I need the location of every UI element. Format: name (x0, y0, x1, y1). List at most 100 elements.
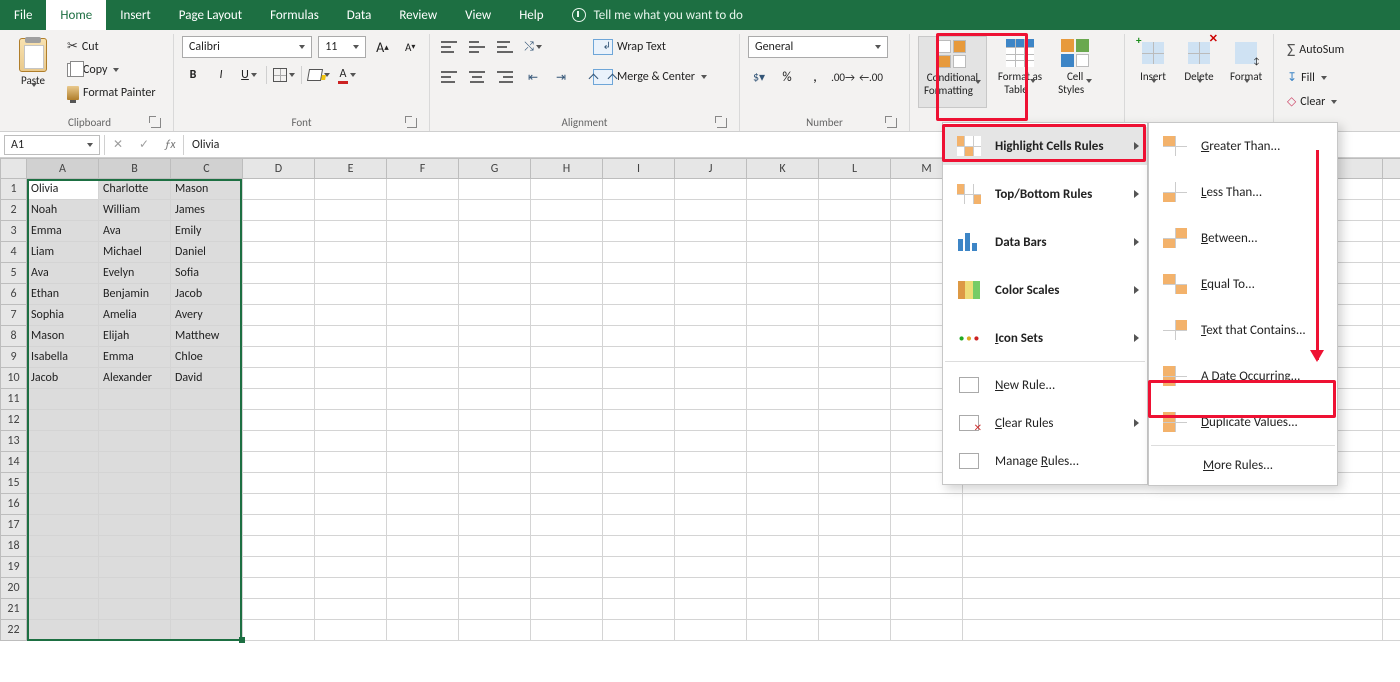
orientation-button[interactable]: ⤭ (522, 36, 544, 58)
cell-A3[interactable]: Emma (27, 221, 99, 242)
cell-D2[interactable] (243, 200, 315, 221)
menu-icon-sets[interactable]: ●●● Icon Sets (943, 319, 1147, 357)
submenu-between[interactable]: Between... (1149, 219, 1337, 257)
submenu-duplicate-values[interactable]: Duplicate Values... (1149, 403, 1337, 441)
cell-I12[interactable] (603, 410, 675, 431)
cell-C2[interactable]: James (171, 200, 243, 221)
cell-L5[interactable] (819, 263, 891, 284)
cell-J22[interactable] (675, 620, 747, 641)
cell-B14[interactable] (99, 452, 171, 473)
decrease-font-button[interactable]: A▾ (399, 36, 421, 58)
cell-I17[interactable] (603, 515, 675, 536)
cell-F10[interactable] (387, 368, 459, 389)
cell-styles-button[interactable]: CellStyles (1053, 36, 1097, 108)
cell-A15[interactable] (27, 473, 99, 494)
cell-A7[interactable]: Sophia (27, 305, 99, 326)
cell-F18[interactable] (387, 536, 459, 557)
row-header-9[interactable]: 9 (1, 347, 27, 368)
cell-K3[interactable] (747, 221, 819, 242)
cell-B8[interactable]: Elijah (99, 326, 171, 347)
row-header-17[interactable]: 17 (1, 515, 27, 536)
cell-J10[interactable] (675, 368, 747, 389)
format-as-table-button[interactable]: Format asTable (993, 36, 1047, 108)
cell-D4[interactable] (243, 242, 315, 263)
cell-C22[interactable] (171, 620, 243, 641)
select-all-cell[interactable] (1, 159, 27, 179)
cell-B13[interactable] (99, 431, 171, 452)
font-name-combo[interactable]: Calibri (182, 36, 312, 58)
cell-L14[interactable] (819, 452, 891, 473)
cell-H19[interactable] (531, 557, 603, 578)
cell-B19[interactable] (99, 557, 171, 578)
cell-C21[interactable] (171, 599, 243, 620)
row-header-6[interactable]: 6 (1, 284, 27, 305)
font-size-combo[interactable]: 11 (318, 36, 365, 58)
cell-E5[interactable] (315, 263, 387, 284)
name-box[interactable]: A1 (4, 135, 100, 155)
autosum-button[interactable]: ΣAutoSum (1282, 36, 1392, 64)
cell-C8[interactable]: Matthew (171, 326, 243, 347)
cell-G10[interactable] (459, 368, 531, 389)
cell-K21[interactable] (747, 599, 819, 620)
cell-S7[interactable] (1383, 305, 1400, 326)
cell-A4[interactable]: Liam (27, 242, 99, 263)
cell-B7[interactable]: Amelia (99, 305, 171, 326)
cell-L16[interactable] (819, 494, 891, 515)
cell-K4[interactable] (747, 242, 819, 263)
cell-A17[interactable] (27, 515, 99, 536)
cell-H13[interactable] (531, 431, 603, 452)
cell-S18[interactable] (1383, 536, 1400, 557)
row-header-8[interactable]: 8 (1, 326, 27, 347)
cell-I3[interactable] (603, 221, 675, 242)
insert-function-button[interactable]: ƒx (157, 138, 183, 152)
border-button[interactable] (273, 64, 295, 86)
cell-A16[interactable] (27, 494, 99, 515)
cell-E8[interactable] (315, 326, 387, 347)
submenu-less-than[interactable]: Less Than... (1149, 173, 1337, 211)
cell-H1[interactable] (531, 179, 603, 200)
cell-B11[interactable] (99, 389, 171, 410)
cell-I11[interactable] (603, 389, 675, 410)
cell-D18[interactable] (243, 536, 315, 557)
tab-pagelayout[interactable]: Page Layout (165, 0, 256, 30)
cell-A8[interactable]: Mason (27, 326, 99, 347)
cell-E11[interactable] (315, 389, 387, 410)
cell-E22[interactable] (315, 620, 387, 641)
cell-J9[interactable] (675, 347, 747, 368)
cell-B1[interactable]: Charlotte (99, 179, 171, 200)
cell-G2[interactable] (459, 200, 531, 221)
cell-L1[interactable] (819, 179, 891, 200)
cell-L7[interactable] (819, 305, 891, 326)
cell-D14[interactable] (243, 452, 315, 473)
delete-cells-button[interactable]: ✕Delete (1179, 36, 1219, 108)
cell-J4[interactable] (675, 242, 747, 263)
cell-G3[interactable] (459, 221, 531, 242)
row-header-22[interactable]: 22 (1, 620, 27, 641)
cell-B16[interactable] (99, 494, 171, 515)
cell-A6[interactable]: Ethan (27, 284, 99, 305)
align-top-button[interactable] (438, 36, 460, 58)
percent-button[interactable]: % (776, 66, 798, 88)
cell-A13[interactable] (27, 431, 99, 452)
cell-F4[interactable] (387, 242, 459, 263)
cell-G18[interactable] (459, 536, 531, 557)
cell-A14[interactable] (27, 452, 99, 473)
cell-I2[interactable] (603, 200, 675, 221)
comma-button[interactable]: , (804, 66, 826, 88)
align-left-button[interactable] (438, 66, 460, 88)
insert-cells-button[interactable]: +Insert (1133, 36, 1173, 108)
decrease-indent-button[interactable]: ⇤ (522, 66, 544, 88)
cell-F21[interactable] (387, 599, 459, 620)
cell-B4[interactable]: Michael (99, 242, 171, 263)
cell-S1[interactable] (1383, 179, 1400, 200)
cell-L8[interactable] (819, 326, 891, 347)
cell-H7[interactable] (531, 305, 603, 326)
cell-A22[interactable] (27, 620, 99, 641)
cell-B18[interactable] (99, 536, 171, 557)
cell-F6[interactable] (387, 284, 459, 305)
cell-C15[interactable] (171, 473, 243, 494)
cell-E13[interactable] (315, 431, 387, 452)
col-header-E[interactable]: E (315, 159, 387, 179)
cell-H2[interactable] (531, 200, 603, 221)
cell-B22[interactable] (99, 620, 171, 641)
